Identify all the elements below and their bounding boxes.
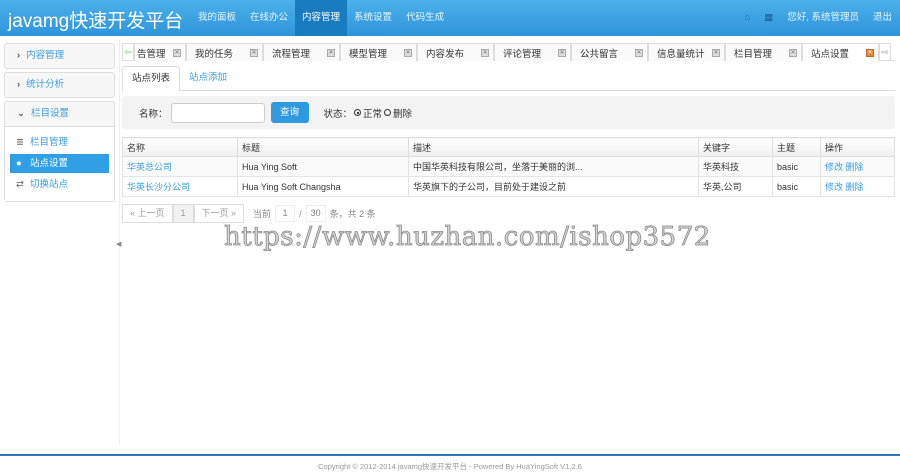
tab-guestbook[interactable]: 公共留言 ✕ — [571, 43, 648, 61]
current-label: 当前 — [253, 209, 272, 219]
close-icon[interactable]: ✕ — [789, 48, 797, 57]
tab-model[interactable]: 模型管理 ✕ — [340, 43, 417, 61]
tabs-scroll-left-icon[interactable]: ⇦ — [122, 43, 134, 61]
edit-link[interactable]: 修改 — [825, 162, 843, 172]
subtab-site-list[interactable]: 站点列表 — [122, 66, 181, 92]
footer-copyright: Copyright © 2012-2014 javamg快速开发平台 - Pow… — [318, 462, 582, 471]
user-greeting[interactable]: 您好, 系统管理员 — [787, 0, 859, 36]
sidebar-panel-stats[interactable]: › 统计分析 — [5, 73, 114, 97]
sidebar-item-site-settings[interactable]: ● 站点设置 — [10, 154, 109, 173]
nav-system[interactable]: 系统设置 — [347, 0, 399, 36]
sidebar-panel-column[interactable]: ⌄ 栏目设置 — [5, 102, 114, 126]
close-icon[interactable]: ✕ — [866, 48, 874, 57]
col-desc: 描述 — [408, 137, 699, 157]
total-count: 条，共 2 条 — [329, 209, 376, 219]
next-page-button[interactable]: 下一页 » — [193, 204, 245, 223]
page-size-input[interactable]: 30 — [305, 205, 326, 222]
tabs-scroll-right-icon[interactable]: ⇨ — [879, 43, 891, 61]
home-icon[interactable]: ⌂ — [744, 0, 750, 36]
nav-office[interactable]: 在线办公 — [243, 0, 295, 36]
sidebar-item-column-manage[interactable]: ≣ 栏目管理 — [10, 133, 109, 152]
close-icon[interactable]: ✕ — [327, 48, 335, 57]
table-row: 华英总公司 Hua Ying Soft 中国华英科技有限公司，坐落于美丽的浏..… — [122, 156, 895, 177]
site-keywords: 华英科技 — [698, 156, 773, 177]
close-icon[interactable]: ✕ — [481, 48, 489, 57]
logout-link[interactable]: 退出 — [873, 0, 892, 36]
col-actions: 操作 — [820, 137, 895, 157]
table-row: 华英长沙分公司 Hua Ying Soft Changsha 华英旗下的子公司，… — [122, 176, 895, 197]
site-name-link[interactable]: 华英长沙分公司 — [127, 182, 190, 192]
col-keywords: 关键字 — [698, 137, 773, 157]
site-title: Hua Ying Soft — [237, 156, 409, 177]
top-nav: 我的面板 在线办公 内容管理 系统设置 代码生成 — [191, 0, 451, 36]
page-1-button[interactable]: 1 — [172, 204, 194, 223]
name-label: 名称： — [139, 108, 168, 120]
pagination: « 上一页 1 下一页 » 当前 1 / 30 条，共 2 条 — [122, 204, 376, 223]
delete-link[interactable]: 删除 — [846, 162, 864, 172]
site-table: 名称 标题 描述 关键字 主题 操作 华英总公司 Hua Ying Soft 中… — [122, 137, 895, 197]
nav-codegen[interactable]: 代码生成 — [399, 0, 451, 36]
tab-site-settings[interactable]: 站点设置 ✕ — [802, 43, 879, 61]
tab-stats[interactable]: 信息量统计 ✕ — [648, 43, 725, 61]
close-icon[interactable]: ✕ — [635, 48, 643, 57]
close-icon[interactable]: ✕ — [173, 48, 181, 57]
tab-publish[interactable]: 内容发布 ✕ — [417, 43, 494, 61]
delete-link[interactable]: 删除 — [846, 182, 864, 192]
tab-comments[interactable]: 评论管理 ✕ — [494, 43, 571, 61]
list-icon: ≣ — [16, 137, 24, 148]
retweet-icon: ⇄ — [16, 179, 24, 190]
site-desc: 华英旗下的子公司，目前处于建设之前 — [408, 176, 699, 197]
close-icon[interactable]: ✕ — [404, 48, 412, 57]
page-tabs: ⇦ 告管理 ✕ 我的任务 ✕ 流程管理 ✕ 模型管理 ✕ 内容发布 ✕ 评论管理 ✕ 公共留… — [122, 43, 895, 61]
top-header: javamg快速开发平台 我的面板 在线办公 内容管理 系统设置 代码生成 ⌂ … — [0, 0, 900, 36]
site-theme: basic — [772, 176, 821, 197]
sidebar: › 内容管理 › 统计分析 ⌄ 栏目设置 ≣ 栏目管理 ● 站点设置 ⇄ 切换站点 — [4, 43, 115, 205]
footer-divider — [0, 454, 900, 456]
col-name: 名称 — [122, 137, 238, 157]
watermark: https://www.huzhan.com/ishop3572 — [224, 222, 711, 253]
site-title: Hua Ying Soft Changsha — [237, 176, 409, 197]
site-theme: basic — [772, 156, 821, 177]
name-input[interactable] — [170, 102, 265, 123]
subtab-site-add[interactable]: 站点添加 — [180, 66, 236, 90]
brand-logo[interactable]: javamg快速开发平台 — [8, 6, 183, 33]
separator: / — [299, 208, 302, 219]
close-icon[interactable]: ✕ — [250, 48, 258, 57]
circle-icon: ● — [16, 158, 22, 169]
status-deleted-radio[interactable] — [384, 109, 392, 116]
status-normal-radio[interactable] — [354, 109, 362, 116]
chevron-right-icon: › — [17, 79, 21, 90]
site-name-link[interactable]: 华英总公司 — [127, 162, 172, 172]
collapse-sidebar-icon[interactable]: ◀ — [116, 240, 121, 248]
tab-my-tasks[interactable]: 我的任务 ✕ — [186, 43, 263, 61]
nav-content[interactable]: 内容管理 — [295, 0, 348, 36]
close-icon[interactable]: ✕ — [558, 48, 566, 57]
nav-dashboard[interactable]: 我的面板 — [191, 0, 243, 36]
edit-link[interactable]: 修改 — [825, 182, 843, 192]
sidebar-panel-content[interactable]: › 内容管理 — [5, 44, 114, 68]
close-icon[interactable]: ✕ — [712, 48, 720, 57]
chevron-down-icon: ⌄ — [17, 108, 25, 119]
site-desc: 中国华英科技有限公司，坐落于美丽的浏... — [408, 156, 699, 177]
col-title: 标题 — [237, 137, 409, 157]
query-button[interactable]: 查询 — [270, 102, 309, 123]
prev-page-button[interactable]: « 上一页 — [122, 204, 173, 223]
col-theme: 主题 — [772, 137, 821, 157]
tab-columns[interactable]: 栏目管理 ✕ — [725, 43, 802, 61]
grid-icon[interactable]: ▦ — [764, 0, 773, 36]
page-number-input[interactable]: 1 — [275, 205, 296, 222]
tab-workflow[interactable]: 流程管理 ✕ — [263, 43, 340, 61]
status-label: 状态： — [323, 108, 353, 120]
sub-tabs: 站点列表 站点添加 — [122, 66, 895, 92]
chevron-right-icon: › — [17, 50, 21, 61]
sidebar-item-switch-site[interactable]: ⇄ 切换站点 — [10, 175, 109, 194]
search-form: 名称： 查询 状态： 正常 删除 — [122, 96, 895, 129]
tab-notice[interactable]: 告管理 ✕ — [134, 43, 186, 61]
site-keywords: 华英,公司 — [698, 176, 773, 197]
